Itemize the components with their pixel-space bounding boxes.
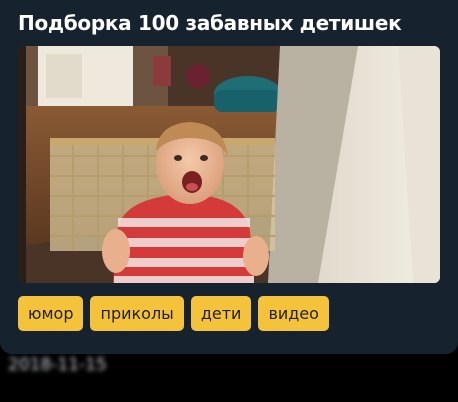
post-date: 2018-11-15 <box>8 355 107 375</box>
tag-humor[interactable]: юмор <box>18 296 84 331</box>
video-thumbnail-image <box>18 46 440 283</box>
post-card: Подборка 100 забавных детишек юмор прико… <box>0 0 458 354</box>
tag-list: юмор приколы дети видео <box>18 296 329 331</box>
tag-video[interactable]: видео <box>258 296 329 331</box>
tag-kids[interactable]: дети <box>190 296 252 331</box>
post-title[interactable]: Подборка 100 забавных детишек <box>18 11 402 35</box>
tag-jokes[interactable]: приколы <box>90 296 184 331</box>
video-thumbnail[interactable] <box>18 46 440 283</box>
